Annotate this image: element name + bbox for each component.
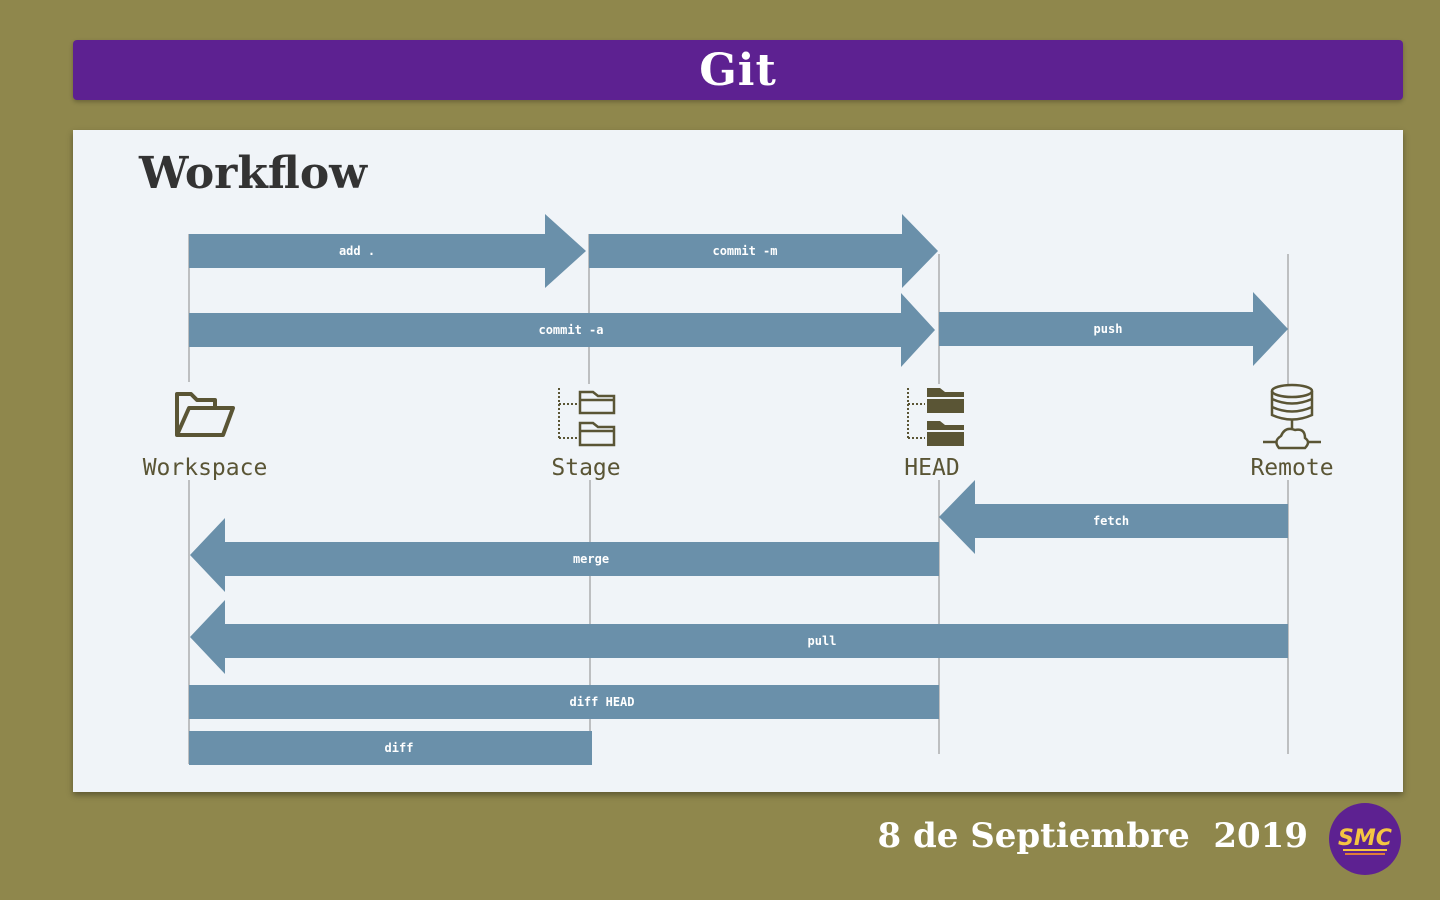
logo-text: SMC xyxy=(1338,826,1392,851)
commit-a-label: commit -a xyxy=(538,323,603,337)
pull-arrow xyxy=(190,600,1288,674)
open-folder-icon xyxy=(175,392,235,437)
remote-label: Remote xyxy=(1250,455,1333,481)
push-label: push xyxy=(1094,322,1123,336)
add-arrow xyxy=(189,214,586,288)
stage-label: Stage xyxy=(551,455,620,481)
commit-m-label: commit -m xyxy=(712,244,777,258)
diff-head-label: diff HEAD xyxy=(569,695,634,709)
title-bar: Git xyxy=(73,40,1403,100)
staged-folders-icon xyxy=(558,388,616,447)
workflow-diagram: add . commit -m commit -a push fetch mer… xyxy=(143,214,1334,765)
server-cloud-icon xyxy=(1263,383,1321,450)
merge-label: merge xyxy=(573,552,609,566)
merge-arrow xyxy=(190,518,939,592)
diff-head-bar xyxy=(189,685,939,719)
workflow-panel: Workflow add . commit -m commit -a push … xyxy=(73,130,1403,792)
committed-folders-icon xyxy=(907,388,964,446)
fetch-label: fetch xyxy=(1093,514,1129,528)
footer-date: 8 de Septiembre 2019 xyxy=(877,816,1308,856)
workspace-label: Workspace xyxy=(143,455,268,481)
page-title: Git xyxy=(699,44,777,96)
head-label: HEAD xyxy=(904,455,959,481)
smc-logo: SMC xyxy=(1329,803,1401,875)
add-label: add . xyxy=(339,244,375,258)
pull-label: pull xyxy=(808,634,837,648)
diff-label: diff xyxy=(385,741,414,755)
